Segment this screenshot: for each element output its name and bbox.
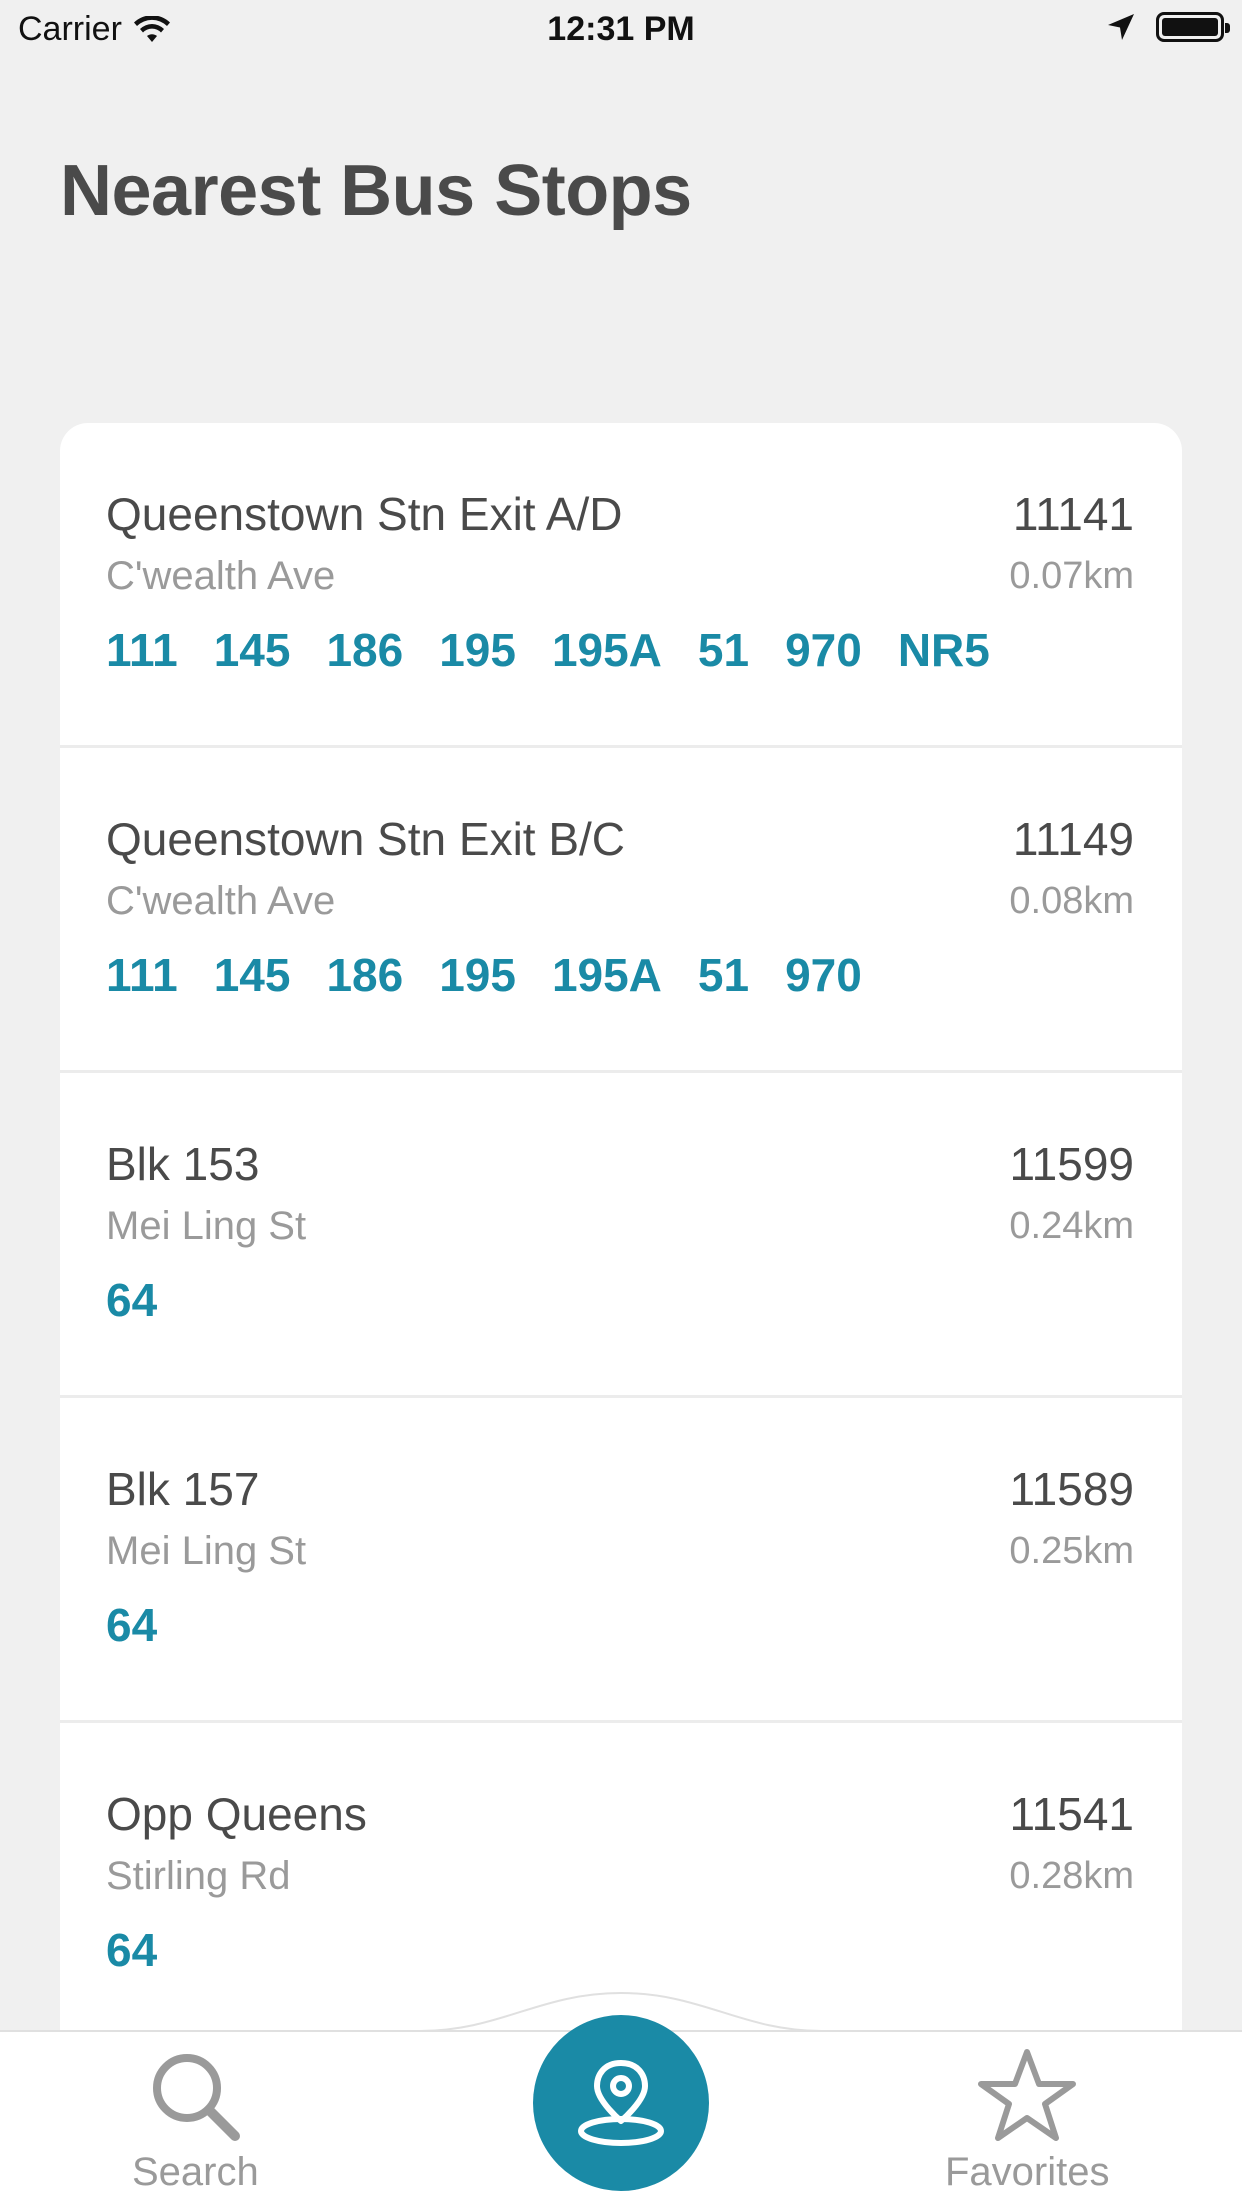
bus-service-number: 64 <box>106 1599 158 1651</box>
bus-service-number: 195 <box>439 624 516 676</box>
bus-service-number: 51 <box>697 624 750 676</box>
stop-distance: 0.25km <box>1009 1530 1134 1572</box>
stop-code: 11589 <box>1009 1463 1134 1515</box>
stop-name: Opp Queens <box>106 1788 367 1840</box>
bus-service-number: 186 <box>326 624 404 676</box>
stop-road: C'wealth Ave <box>106 554 336 598</box>
bus-services: 111 145 186 195 195A 51 970 NR5 <box>106 623 990 677</box>
bus-service-number: 111 <box>106 624 178 676</box>
stop-name: Blk 153 <box>106 1138 260 1190</box>
star-icon <box>978 2049 1077 2141</box>
bus-stop-list[interactable]: Queenstown Stn Exit A/D C'wealth Ave 111… <box>60 423 1182 2033</box>
stop-code: 11141 <box>1012 488 1134 540</box>
location-pin-icon <box>578 2060 664 2146</box>
bus-stop-row[interactable]: Queenstown Stn Exit B/C C'wealth Ave 111… <box>60 748 1182 1073</box>
stop-name: Blk 157 <box>106 1463 260 1515</box>
stop-road: Stirling Rd <box>106 1854 291 1898</box>
tab-search-label: Search <box>132 2150 259 2194</box>
stop-name: Queenstown Stn Exit A/D <box>106 488 623 540</box>
stop-distance: 0.08km <box>1009 880 1134 922</box>
bus-services: 64 <box>106 1598 157 1652</box>
nearby-location-button[interactable] <box>533 2015 709 2191</box>
status-bar: Carrier 12:31 PM <box>0 0 1242 60</box>
status-time: 12:31 PM <box>547 10 695 48</box>
bus-stop-row[interactable]: Blk 157 Mei Ling St 11589 0.25km 64 <box>60 1398 1182 1723</box>
location-arrow-icon <box>1108 14 1134 40</box>
bus-service-number: 195A <box>551 624 662 676</box>
bus-service-number: 970 <box>785 624 862 676</box>
bus-services: 64 <box>106 1923 157 1977</box>
stop-code: 11599 <box>1009 1138 1134 1190</box>
stop-distance: 0.07km <box>1009 555 1134 597</box>
battery-icon <box>1156 12 1230 42</box>
bus-stop-row[interactable]: Queenstown Stn Exit A/D C'wealth Ave 111… <box>60 423 1182 748</box>
bus-service-number: 145 <box>213 624 291 676</box>
tab-favorites-label: Favorites <box>945 2150 1110 2194</box>
stop-road: Mei Ling St <box>106 1529 307 1573</box>
bus-services: 111 145 186 195 195A 51 970 <box>106 948 862 1002</box>
bus-service-number: 195 <box>439 949 516 1001</box>
stop-distance: 0.28km <box>1009 1855 1134 1897</box>
stop-distance: 0.24km <box>1009 1205 1134 1247</box>
bus-service-number: 970 <box>785 949 862 1001</box>
bus-stop-row[interactable]: Blk 153 Mei Ling St 11599 0.24km 64 <box>60 1073 1182 1398</box>
bus-service-number: 111 <box>106 949 178 1001</box>
stop-road: Mei Ling St <box>106 1204 307 1248</box>
bus-service-number: 51 <box>697 949 750 1001</box>
tab-favorites[interactable]: Favorites <box>945 2046 1110 2195</box>
bus-service-number: 145 <box>213 949 291 1001</box>
tab-search[interactable]: Search <box>132 2046 259 2195</box>
status-right-group <box>1106 12 1230 42</box>
bus-service-number: 186 <box>326 949 404 1001</box>
stop-code: 11541 <box>1009 1788 1134 1840</box>
bus-service-number: NR5 <box>897 624 990 676</box>
stop-code: 11149 <box>1012 813 1134 865</box>
stop-road: C'wealth Ave <box>106 879 336 923</box>
stop-name: Queenstown Stn Exit B/C <box>106 813 626 865</box>
page-title: Nearest Bus Stops <box>60 151 692 231</box>
search-icon <box>153 2054 241 2141</box>
bus-services: 64 <box>106 1273 157 1327</box>
bus-service-number: 64 <box>106 1924 158 1976</box>
bus-service-number: 195A <box>551 949 662 1001</box>
bus-service-number: 64 <box>106 1274 158 1326</box>
